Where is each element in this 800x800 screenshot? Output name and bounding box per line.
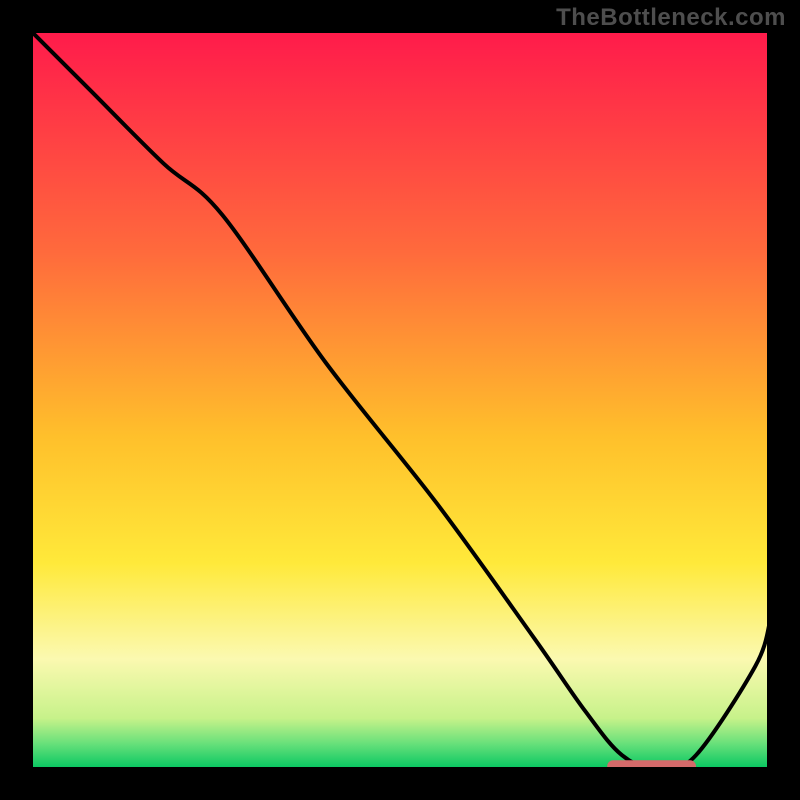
watermark-text: TheBottleneck.com [556, 4, 786, 32]
chart-frame: TheBottleneck.com [0, 0, 800, 800]
plot-area [30, 30, 770, 770]
chart-svg [30, 30, 770, 770]
